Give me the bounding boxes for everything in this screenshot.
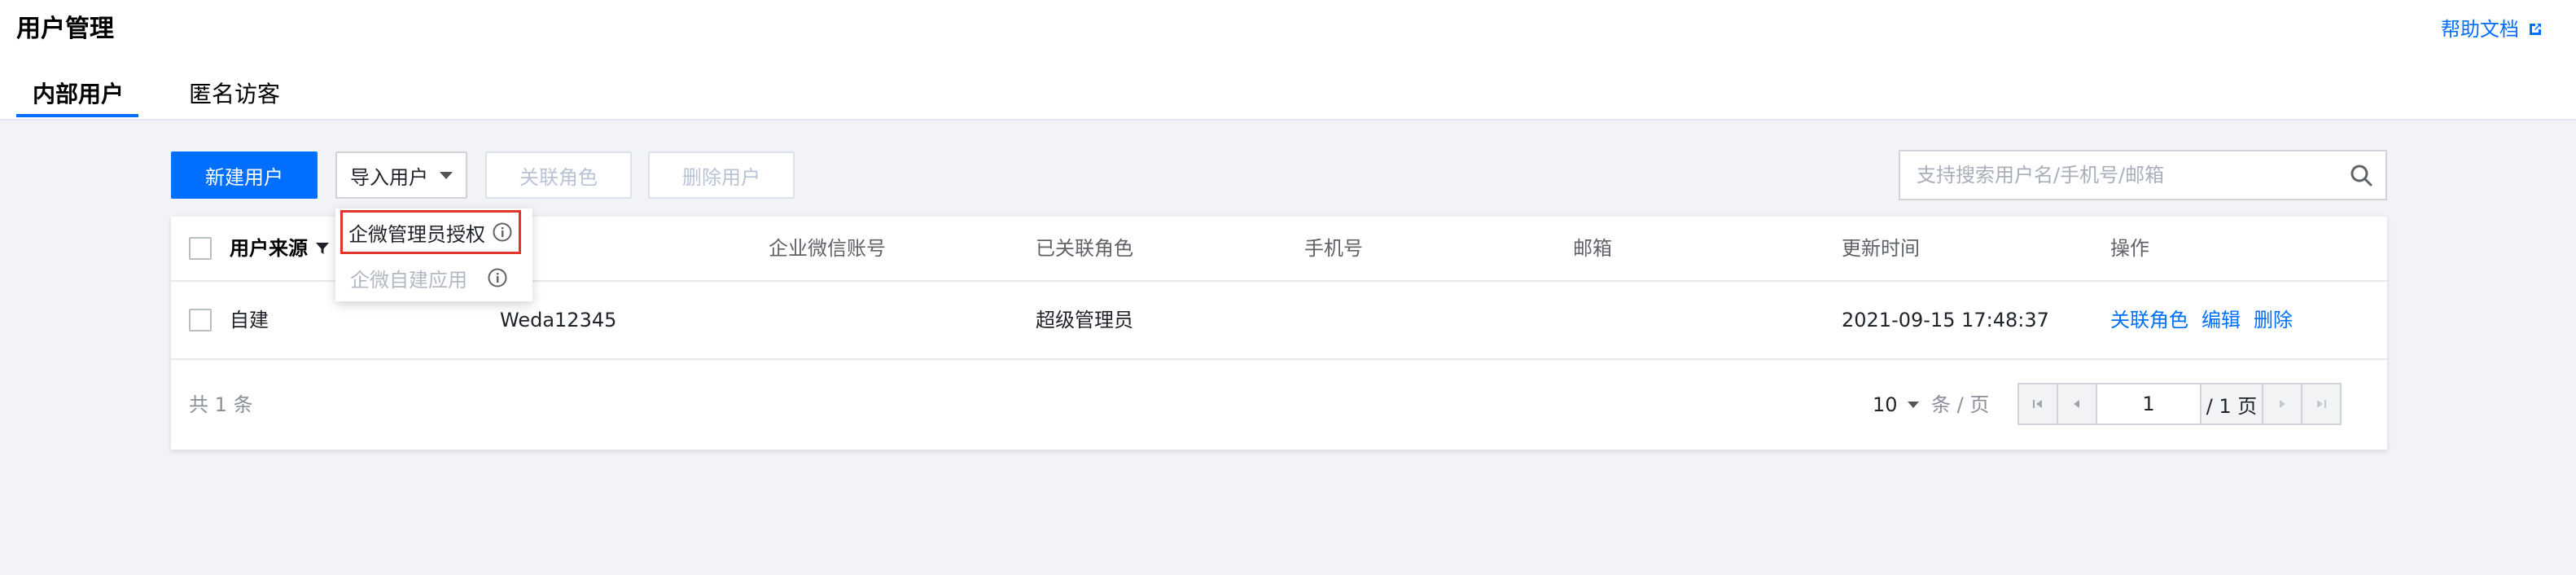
- prev-page-button[interactable]: [2057, 383, 2097, 425]
- pagination-controls: / 1 页: [2017, 383, 2342, 425]
- external-link-icon: [2530, 24, 2541, 35]
- last-page-button[interactable]: [2301, 383, 2342, 425]
- search-input[interactable]: [1900, 151, 2348, 199]
- tab-internal-users[interactable]: 内部用户: [33, 78, 124, 111]
- select-all-checkbox[interactable]: [189, 237, 212, 260]
- total-pages-label: / 1 页: [2200, 383, 2263, 425]
- delete-user-button[interactable]: 删除用户: [648, 151, 795, 199]
- cell-actions: 关联角色 编辑 删除: [2110, 282, 2306, 358]
- menu-item-wecom-custom-app-label: 企微自建应用: [350, 268, 467, 292]
- cell-roles: 超级管理员: [1036, 309, 1133, 331]
- first-page-icon: [2033, 400, 2042, 408]
- row-delete-link[interactable]: 删除: [2254, 309, 2293, 331]
- last-page-icon: [2317, 400, 2326, 408]
- import-user-dropdown-button[interactable]: 导入用户: [335, 151, 467, 199]
- tab-anonymous-visitors[interactable]: 匿名访客: [189, 78, 280, 111]
- row-edit-link[interactable]: 编辑: [2201, 309, 2241, 331]
- caret-down-icon: [1907, 402, 1919, 408]
- page-size-value: 10: [1873, 393, 1898, 416]
- per-page-label: 条 / 页: [1931, 393, 1990, 416]
- page-title: 用户管理: [16, 15, 114, 43]
- user-management-page: 用户管理 帮助文档 内部用户 匿名访客 新建用户 导入用户 关联角色 删除用户 …: [0, 0, 2576, 575]
- cell-source: 自建: [230, 309, 269, 331]
- column-header-roles: 已关联角色: [1036, 237, 1133, 260]
- info-icon: [488, 268, 507, 288]
- caret-down-icon: [440, 171, 453, 179]
- active-tab-indicator: [16, 114, 138, 117]
- column-header-source-label: 用户来源: [230, 237, 308, 260]
- column-header-actions: 操作: [2110, 237, 2149, 260]
- next-page-button[interactable]: [2262, 383, 2302, 425]
- menu-item-wecom-custom-app[interactable]: 企微自建应用: [335, 256, 532, 300]
- new-user-button[interactable]: 新建用户: [171, 151, 318, 199]
- current-page-input[interactable]: [2096, 383, 2201, 425]
- page-header: 用户管理 帮助文档 内部用户 匿名访客: [0, 0, 2576, 121]
- help-docs-link[interactable]: 帮助文档: [2441, 15, 2543, 44]
- info-icon: [493, 222, 512, 242]
- search-box: [1899, 150, 2387, 200]
- column-header-wecom-account: 企业微信账号: [769, 237, 886, 260]
- chevron-left-icon: [2074, 400, 2079, 408]
- first-page-button[interactable]: [2017, 383, 2058, 425]
- total-count: 共 1 条: [189, 393, 253, 416]
- menu-item-wecom-admin-auth-label: 企微管理员授权: [348, 222, 485, 246]
- chevron-right-icon: [2280, 400, 2285, 408]
- import-user-menu: 企微管理员授权 企微自建应用: [335, 208, 532, 301]
- column-header-source[interactable]: 用户来源: [230, 217, 331, 280]
- row-link-role-link[interactable]: 关联角色: [2110, 309, 2188, 331]
- row-checkbox[interactable]: [189, 309, 212, 331]
- column-header-email: 邮箱: [1573, 237, 1612, 260]
- column-header-phone: 手机号: [1304, 237, 1363, 260]
- table-footer: 共 1 条 10 条 / 页 / 1 页: [171, 360, 2387, 450]
- import-user-label: 导入用户: [350, 165, 428, 189]
- menu-item-wecom-admin-auth[interactable]: 企微管理员授权: [340, 210, 521, 254]
- column-header-updated-time: 更新时间: [1842, 237, 1920, 260]
- filter-icon[interactable]: [314, 240, 331, 257]
- link-role-button[interactable]: 关联角色: [485, 151, 632, 199]
- help-docs-label: 帮助文档: [2441, 18, 2519, 41]
- search-icon[interactable]: [2348, 162, 2374, 188]
- page-size-select[interactable]: 10: [1873, 360, 1919, 450]
- cell-updated-time: 2021-09-15 17:48:37: [1842, 309, 2049, 331]
